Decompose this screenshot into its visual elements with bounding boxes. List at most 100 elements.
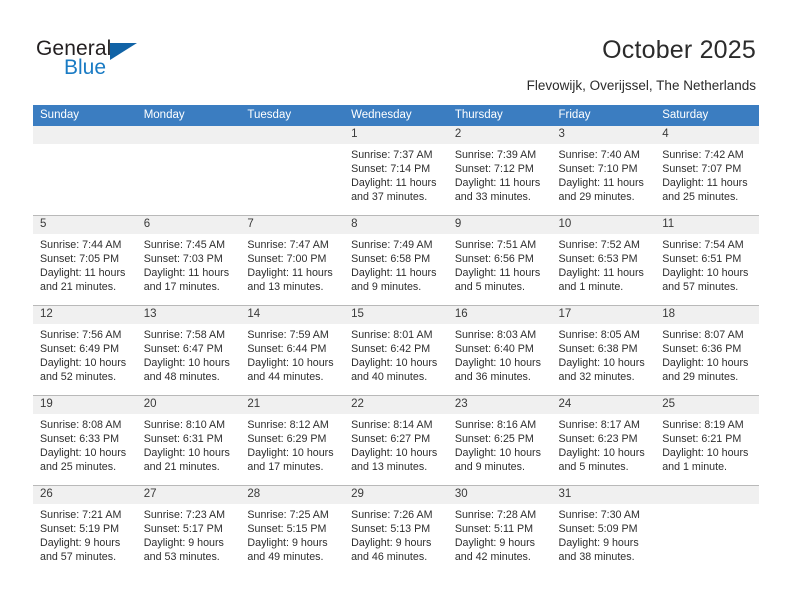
daylight-text-line1: Daylight: 11 hours [454, 177, 541, 190]
calendar-day-cell[interactable]: 2 Sunrise: 7:39 AM Sunset: 7:12 PM Daylight… [447, 126, 552, 216]
calendar-day-cell[interactable]: 22 Sunrise: 8:14 AM Sunset: 6:27 PM Dayligh… [344, 395, 448, 486]
day-number: 14 [240, 306, 345, 324]
sunrise-text: Sunrise: 7:58 AM [143, 329, 226, 341]
daylight-text-line2: and 44 minutes. [247, 371, 324, 384]
daylight-text-line2: and 1 minute. [558, 281, 624, 294]
day-number: 25 [655, 396, 759, 414]
day-details: Sunrise: 8:01 AM Sunset: 6:42 PM Daylight:… [344, 324, 448, 384]
daylight-text-line1: Daylight: 9 hours [558, 537, 639, 550]
day-number: 11 [655, 216, 759, 234]
sunrise-text: Sunrise: 7:45 AM [143, 239, 226, 251]
day-number [240, 126, 345, 144]
calendar-day-cell[interactable]: 15 Sunrise: 8:01 AM Sunset: 6:42 PM Dayligh… [344, 305, 448, 396]
calendar-day-cell[interactable]: 12 Sunrise: 7:56 AM Sunset: 6:49 PM Dayligh… [33, 305, 137, 396]
daylight-text-line2: and 42 minutes. [454, 551, 531, 564]
sunset-text: Sunset: 5:13 PM [351, 523, 431, 536]
calendar-day-cell[interactable]: 19 Sunrise: 8:08 AM Sunset: 6:33 PM Dayligh… [33, 395, 137, 486]
daylight-text-line2: and 29 minutes. [662, 371, 739, 384]
daylight-text-line2: and 46 minutes. [351, 551, 428, 564]
daylight-text-line1: Daylight: 10 hours [247, 447, 334, 460]
daylight-text-line1: Daylight: 11 hours [351, 267, 437, 280]
calendar-day-cell[interactable]: 9 Sunrise: 7:51 AM Sunset: 6:56 PM Daylight… [447, 215, 552, 306]
calendar-day-cell[interactable]: 5 Sunrise: 7:44 AM Sunset: 7:05 PM Daylight… [33, 215, 137, 306]
calendar-day-cell[interactable]: 6 Sunrise: 7:45 AM Sunset: 7:03 PM Daylight… [136, 215, 241, 306]
day-number: 24 [551, 396, 656, 414]
sunrise-text: Sunrise: 7:52 AM [558, 239, 640, 251]
calendar-day-cell[interactable]: 26 Sunrise: 7:21 AM Sunset: 5:19 PM Dayligh… [33, 485, 137, 575]
weekday-header-row: Sunday Monday Tuesday Wednesday Thursday… [33, 105, 759, 126]
daylight-text-line2: and 53 minutes. [143, 551, 220, 564]
daylight-text-line2: and 48 minutes. [143, 371, 220, 384]
daylight-text-line1: Daylight: 11 hours [662, 177, 748, 190]
calendar-day-cell[interactable]: 29 Sunrise: 7:26 AM Sunset: 5:13 PM Dayligh… [344, 485, 448, 575]
sunrise-text: Sunrise: 7:42 AM [662, 149, 744, 161]
day-number: 31 [551, 486, 656, 504]
daylight-text-line1: Daylight: 11 hours [351, 177, 437, 190]
calendar-day-cell[interactable]: 23 Sunrise: 8:16 AM Sunset: 6:25 PM Dayligh… [447, 395, 552, 486]
daylight-text-line1: Daylight: 10 hours [143, 357, 230, 370]
calendar-day-cell[interactable]: 3 Sunrise: 7:40 AM Sunset: 7:10 PM Daylight… [551, 126, 656, 216]
day-details: Sunrise: 8:03 AM Sunset: 6:40 PM Daylight:… [448, 324, 552, 384]
sunset-text: Sunset: 6:23 PM [558, 433, 638, 446]
day-details: Sunrise: 7:49 AM Sunset: 6:58 PM Daylight:… [344, 234, 448, 294]
calendar-day-cell[interactable]: 24 Sunrise: 8:17 AM Sunset: 6:23 PM Dayligh… [551, 395, 656, 486]
daylight-text-line1: Daylight: 10 hours [247, 357, 334, 370]
sunset-text: Sunset: 6:44 PM [247, 343, 327, 356]
calendar-day-cell[interactable]: 27 Sunrise: 7:23 AM Sunset: 5:17 PM Dayligh… [136, 485, 241, 575]
daylight-text-line2: and 36 minutes. [454, 371, 531, 384]
day-details: Sunrise: 7:51 AM Sunset: 6:56 PM Daylight:… [448, 234, 552, 294]
day-number [136, 126, 241, 144]
day-number: 8 [344, 216, 448, 234]
calendar-day-cell[interactable]: 10 Sunrise: 7:52 AM Sunset: 6:53 PM Dayligh… [551, 215, 656, 306]
daylight-text-line1: Daylight: 10 hours [558, 357, 645, 370]
sunset-text: Sunset: 6:21 PM [662, 433, 742, 446]
sunrise-text: Sunrise: 7:21 AM [40, 509, 122, 521]
calendar-day-cell[interactable]: 16 Sunrise: 8:03 AM Sunset: 6:40 PM Dayligh… [447, 305, 552, 396]
sunset-text: Sunset: 6:36 PM [662, 343, 742, 356]
day-details: Sunrise: 8:19 AM Sunset: 6:21 PM Daylight:… [655, 414, 759, 474]
calendar-day-cell[interactable]: 17 Sunrise: 8:05 AM Sunset: 6:38 PM Dayligh… [551, 305, 656, 396]
daylight-text-line2: and 57 minutes. [40, 551, 117, 564]
sunset-text: Sunset: 7:00 PM [247, 253, 327, 266]
sunrise-text: Sunrise: 7:56 AM [40, 329, 122, 341]
general-blue-logo[interactable]: General Blue [36, 38, 186, 86]
calendar-day-cell[interactable]: 8 Sunrise: 7:49 AM Sunset: 6:58 PM Daylight… [344, 215, 448, 306]
calendar-day-cell[interactable]: 13 Sunrise: 7:58 AM Sunset: 6:47 PM Dayligh… [136, 305, 241, 396]
calendar-day-cell[interactable]: 25 Sunrise: 8:19 AM Sunset: 6:21 PM Dayligh… [655, 395, 759, 486]
day-number: 23 [447, 396, 552, 414]
daylight-text-line2: and 1 minute. [662, 461, 727, 474]
day-number: 3 [551, 126, 656, 144]
day-number: 21 [240, 396, 345, 414]
sunrise-text: Sunrise: 8:10 AM [143, 419, 226, 431]
sunset-text: Sunset: 6:56 PM [454, 253, 534, 266]
daylight-text-line1: Daylight: 10 hours [351, 447, 438, 460]
calendar-day-cell[interactable]: 4 Sunrise: 7:42 AM Sunset: 7:07 PM Daylight… [655, 126, 759, 216]
calendar-day-cell[interactable]: 1 Sunrise: 7:37 AM Sunset: 7:14 PM Daylight… [344, 126, 448, 216]
calendar-day-cell[interactable]: 7 Sunrise: 7:47 AM Sunset: 7:00 PM Daylight… [240, 215, 345, 306]
calendar-day-cell[interactable]: 31 Sunrise: 7:30 AM Sunset: 5:09 PM Dayligh… [551, 485, 656, 575]
calendar-day-cell[interactable]: 11 Sunrise: 7:54 AM Sunset: 6:51 PM Dayligh… [655, 215, 759, 306]
calendar-day-cell[interactable]: 28 Sunrise: 7:25 AM Sunset: 5:15 PM Dayligh… [240, 485, 345, 575]
day-details: Sunrise: 7:56 AM Sunset: 6:49 PM Daylight:… [33, 324, 137, 384]
calendar-day-cell[interactable]: 14 Sunrise: 7:59 AM Sunset: 6:44 PM Dayligh… [240, 305, 345, 396]
day-number: 26 [33, 486, 137, 504]
sunrise-text: Sunrise: 8:14 AM [351, 419, 433, 431]
logo-text-blue: Blue [64, 56, 107, 79]
day-number: 17 [551, 306, 656, 324]
page-subtitle: Flevowijk, Overijssel, The Netherlands [526, 78, 756, 93]
daylight-text-line2: and 25 minutes. [40, 461, 117, 474]
sunset-text: Sunset: 6:47 PM [143, 343, 223, 356]
day-details: Sunrise: 8:17 AM Sunset: 6:23 PM Daylight:… [552, 414, 656, 474]
sunset-text: Sunset: 6:31 PM [143, 433, 223, 446]
calendar-day-cell[interactable]: 30 Sunrise: 7:28 AM Sunset: 5:11 PM Dayligh… [447, 485, 552, 575]
day-number: 27 [136, 486, 241, 504]
daylight-text-line1: Daylight: 10 hours [662, 357, 749, 370]
day-details: Sunrise: 7:28 AM Sunset: 5:11 PM Daylight:… [448, 504, 552, 564]
calendar-day-cell[interactable]: 20 Sunrise: 8:10 AM Sunset: 6:31 PM Dayligh… [136, 395, 241, 486]
sunrise-text: Sunrise: 7:28 AM [454, 509, 537, 521]
calendar-day-cell[interactable]: 18 Sunrise: 8:07 AM Sunset: 6:36 PM Dayligh… [655, 305, 759, 396]
sunset-text: Sunset: 5:15 PM [247, 523, 327, 536]
day-details: Sunrise: 7:37 AM Sunset: 7:14 PM Daylight:… [344, 144, 448, 204]
calendar-day-cell[interactable]: 21 Sunrise: 8:12 AM Sunset: 6:29 PM Dayligh… [240, 395, 345, 486]
daylight-text-line2: and 29 minutes. [558, 191, 635, 204]
